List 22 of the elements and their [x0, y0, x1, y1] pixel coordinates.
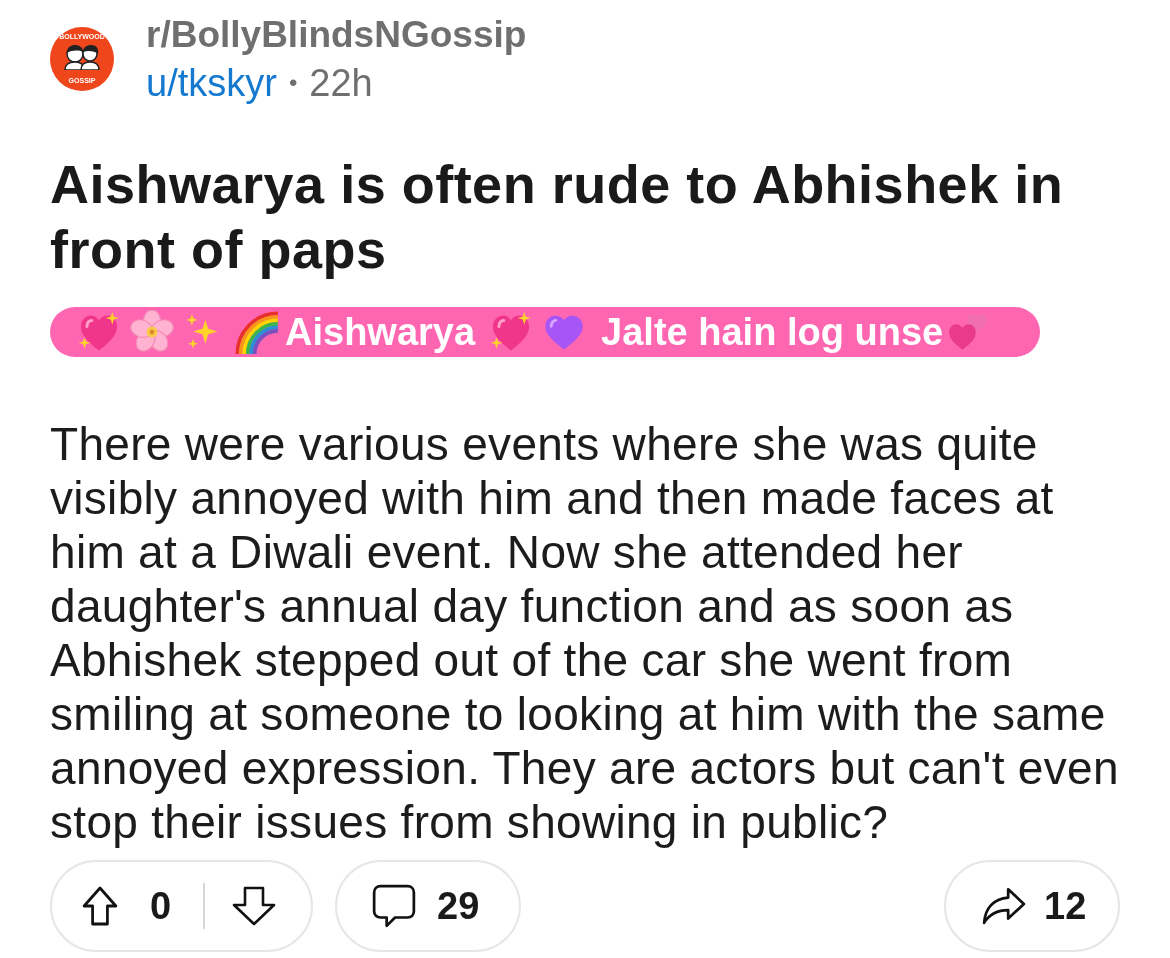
flair-text: Jalte hain log unse [601, 310, 944, 354]
down-arrow-icon [232, 885, 277, 927]
comments-button[interactable]: 29 [335, 860, 521, 952]
rainbow-icon [233, 310, 281, 354]
comment-icon [371, 883, 417, 929]
flair-text: Aishwarya [285, 310, 476, 354]
share-button[interactable]: 12 [944, 860, 1120, 952]
cartoon-figures-drawing [62, 44, 102, 70]
comment-count: 29 [437, 883, 480, 929]
post-body: There were various events where she was quite visibly annoyed with him and then made faces at him at a Diwali event. Now she attended her daughter's annual day function and as soon as Abhishek stepped out of the car she went from smiling at someone to looking at him with the same annoyed expression. They are actors but can't even stop their issues from showing in public? [50, 417, 1120, 849]
author-link[interactable]: u/tkskyr [146, 59, 277, 107]
flower-icon [130, 310, 174, 354]
two-hearts-icon [947, 313, 990, 351]
up-arrow-icon [82, 885, 118, 927]
vote-score: 0 [150, 883, 172, 929]
share-count: 12 [1044, 883, 1087, 929]
post-title: Aishwarya is often rude to Abhishek in front of paps [50, 153, 1065, 281]
subreddit-name[interactable]: r/BollyBlindsNGossip [146, 11, 527, 59]
heart-icon [543, 313, 586, 351]
separator-dot: • [288, 68, 298, 98]
post-age: 22h [309, 61, 373, 106]
share-icon [982, 887, 1026, 925]
